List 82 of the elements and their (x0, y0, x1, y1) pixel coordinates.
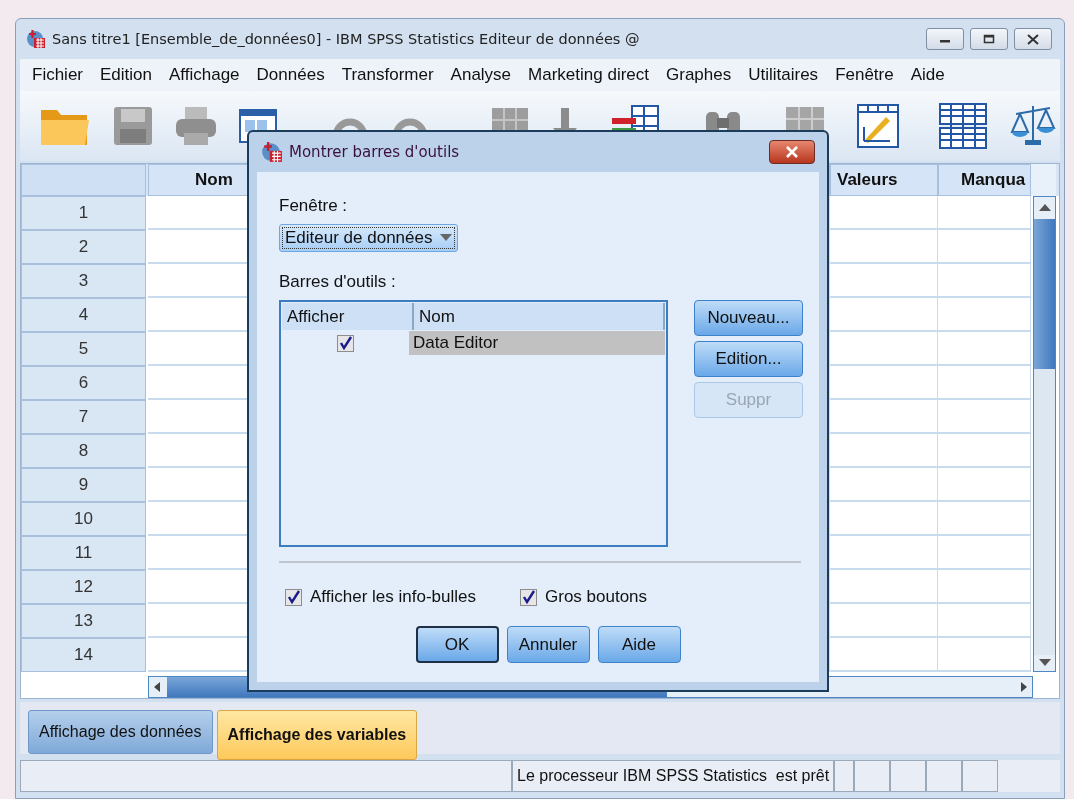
row-number[interactable]: 8 (21, 434, 146, 468)
close-icon (784, 146, 800, 158)
dialog-title: Montrer barres d'outils (289, 143, 460, 161)
table-cell[interactable] (938, 332, 1031, 366)
menu-item[interactable]: Fenêtre (835, 65, 894, 85)
checkbox-label: Gros boutons (545, 587, 648, 607)
menu-item[interactable]: Marketing direct (528, 65, 649, 85)
chart-builder-icon[interactable] (856, 103, 900, 149)
menu-item[interactable]: Aide (910, 65, 945, 85)
dialog-button[interactable]: Annuler (506, 626, 590, 663)
dialog-button[interactable]: Aide (597, 626, 681, 663)
table-cell[interactable] (938, 638, 1031, 672)
row-number[interactable]: 10 (21, 502, 146, 536)
row-number[interactable]: 11 (21, 536, 146, 570)
table-cell[interactable] (938, 468, 1031, 502)
row-number[interactable]: 13 (21, 604, 146, 638)
table-cell[interactable] (938, 536, 1031, 570)
dialog-button[interactable]: OK (415, 626, 499, 663)
checkbox[interactable] (285, 588, 302, 606)
menu-item[interactable]: Affichage (169, 65, 240, 85)
menu-item[interactable]: Données (256, 65, 325, 85)
dialog-button[interactable]: Edition... (694, 341, 803, 377)
status-cell (834, 760, 855, 792)
window-dropdown[interactable]: Editeur de données (279, 224, 459, 252)
list-item[interactable]: Data Editor (409, 331, 665, 355)
status-cell (962, 760, 999, 792)
vertical-scrollbar[interactable] (1033, 196, 1056, 672)
checkbox-label: Afficher les info-bulles (310, 587, 476, 607)
menu-item[interactable]: Utilitaires (748, 65, 819, 85)
table-icon[interactable] (938, 102, 988, 150)
column-header[interactable]: Valeurs (830, 164, 938, 196)
scroll-thumb[interactable] (1034, 219, 1055, 369)
table-cell[interactable] (938, 264, 1031, 298)
table-cell[interactable] (938, 196, 1031, 230)
row-number[interactable]: 6 (21, 366, 146, 400)
menu-item[interactable]: Analyse (450, 65, 512, 85)
row-number[interactable]: 9 (21, 468, 146, 502)
row-number[interactable]: 5 (21, 332, 146, 366)
column-header[interactable]: Manqua (938, 164, 1031, 196)
table-cell[interactable] (938, 570, 1031, 604)
maximize-icon (983, 34, 995, 44)
row-number[interactable]: 7 (21, 400, 146, 434)
table-cell[interactable] (938, 366, 1031, 400)
row-number[interactable]: 3 (21, 264, 146, 298)
table-cell[interactable] (938, 230, 1031, 264)
checkbox[interactable] (337, 334, 354, 352)
menu-item[interactable]: Edition (100, 65, 152, 85)
app-icon (261, 141, 283, 163)
table-cell[interactable] (938, 604, 1031, 638)
window-title: Sans titre1 [Ensemble_de_données0] - IBM SPSS Statistics Editeur de données @ (52, 31, 640, 47)
close-button[interactable] (1014, 28, 1052, 50)
minimize-button[interactable] (926, 28, 964, 50)
row-number[interactable]: 2 (21, 230, 146, 264)
menu-item[interactable]: Fichier (32, 65, 83, 85)
table-cell[interactable] (938, 400, 1031, 434)
status-cell (854, 760, 891, 792)
dialog-button[interactable]: Nouveau... (694, 300, 803, 336)
menu-item[interactable]: Transformer (341, 65, 434, 85)
status-message: Le processeur IBM SPSS Statistics est prêt (512, 760, 835, 792)
window-label: Fenêtre : (279, 196, 348, 216)
status-cell (890, 760, 927, 792)
header-corner (1031, 164, 1056, 196)
row-number[interactable]: 1 (21, 196, 146, 230)
view-tab[interactable]: Affichage des variables (216, 710, 418, 760)
checkbox[interactable] (520, 588, 537, 606)
close-button[interactable] (769, 140, 815, 164)
row-number[interactable]: 12 (21, 570, 146, 604)
maximize-button[interactable] (970, 28, 1008, 50)
save-icon[interactable] (112, 105, 154, 147)
dropdown-arrow-icon (440, 234, 453, 242)
row-number[interactable]: 4 (21, 298, 146, 332)
menu-item[interactable]: Graphes (666, 65, 732, 85)
view-tab[interactable]: Affichage des données (28, 710, 213, 754)
row-number[interactable]: 14 (21, 638, 146, 672)
status-cell (926, 760, 963, 792)
printer-icon[interactable] (174, 105, 218, 147)
app-icon (26, 29, 46, 49)
table-cell[interactable] (938, 502, 1031, 536)
table-cell[interactable] (938, 298, 1031, 332)
table-cell[interactable] (938, 434, 1031, 468)
close-icon (1026, 33, 1040, 45)
toolbars-label: Barres d'outils : (279, 272, 396, 292)
